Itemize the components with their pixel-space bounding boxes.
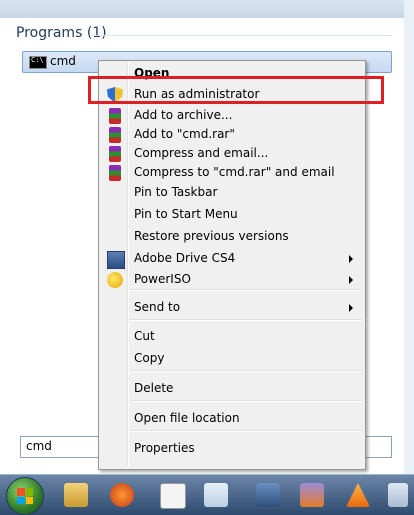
winrar-icon bbox=[109, 165, 121, 181]
adobe-drive-icon bbox=[107, 251, 125, 269]
menu-item-label: Compress and email... bbox=[134, 146, 269, 160]
menu-item-send-to[interactable]: Send to bbox=[101, 297, 363, 319]
menu-item-properties[interactable]: Properties bbox=[101, 438, 363, 460]
winrar-icon bbox=[109, 146, 121, 162]
start-menu-top-frame bbox=[0, 0, 412, 18]
menu-item-compress-to-cmd-rar-and-email[interactable]: Compress to "cmd.rar" and email bbox=[101, 162, 363, 184]
red-highlight-annotation bbox=[88, 76, 384, 104]
poweriso-icon bbox=[107, 272, 123, 288]
programs-section-header: Programs (1) bbox=[16, 25, 107, 41]
misc-icon[interactable] bbox=[388, 483, 408, 507]
menu-item-delete[interactable]: Delete bbox=[101, 378, 363, 400]
menu-item-label: Pin to Taskbar bbox=[134, 185, 218, 199]
menu-item-copy[interactable]: Copy bbox=[101, 348, 363, 370]
menu-item-label: Restore previous versions bbox=[134, 229, 289, 243]
command-prompt-icon bbox=[29, 56, 47, 69]
menu-item-cut[interactable]: Cut bbox=[101, 326, 363, 348]
submenu-arrow-icon bbox=[349, 255, 353, 263]
menu-separator bbox=[129, 289, 361, 291]
menu-item-label: PowerISO bbox=[134, 272, 191, 286]
submenu-arrow-icon bbox=[349, 304, 353, 312]
winrar-icon bbox=[109, 108, 121, 124]
menu-item-adobe-drive-cs4[interactable]: Adobe Drive CS4 bbox=[101, 248, 363, 270]
submenu-arrow-icon bbox=[349, 276, 353, 284]
context-menu: Open Run as administrator Add to archive… bbox=[98, 60, 366, 470]
menu-item-label: Compress to "cmd.rar" and email bbox=[134, 165, 335, 179]
menu-item-label: Add to archive... bbox=[134, 108, 233, 122]
menu-separator bbox=[129, 370, 361, 372]
menu-item-poweriso[interactable]: PowerISO bbox=[101, 269, 363, 291]
taskbar bbox=[0, 474, 414, 515]
network-icon[interactable] bbox=[256, 483, 280, 507]
menu-item-label: Cut bbox=[134, 329, 155, 343]
menu-item-pin-to-taskbar[interactable]: Pin to Taskbar bbox=[101, 182, 363, 204]
paint-icon[interactable] bbox=[160, 483, 186, 509]
search-result-label: cmd bbox=[50, 54, 76, 68]
menu-separator bbox=[129, 319, 361, 321]
explorer-icon[interactable] bbox=[64, 483, 88, 507]
virtualbox-icon[interactable] bbox=[300, 483, 324, 507]
winrar-icon bbox=[109, 127, 121, 143]
menu-separator bbox=[129, 400, 361, 402]
start-orb-icon[interactable] bbox=[6, 477, 44, 515]
search-input-value: cmd bbox=[26, 439, 52, 453]
windows-flag-icon bbox=[17, 488, 33, 504]
notepad-icon[interactable] bbox=[204, 483, 228, 507]
menu-item-restore-previous-versions[interactable]: Restore previous versions bbox=[101, 226, 363, 248]
menu-item-label: Pin to Start Menu bbox=[134, 207, 238, 221]
desktop-edge bbox=[404, 0, 414, 474]
menu-item-label: Adobe Drive CS4 bbox=[134, 251, 236, 265]
vlc-icon[interactable] bbox=[346, 483, 370, 507]
menu-separator bbox=[129, 430, 361, 432]
menu-item-label: Properties bbox=[134, 441, 195, 455]
menu-item-label: Copy bbox=[134, 351, 165, 365]
menu-item-label: Send to bbox=[134, 300, 181, 314]
menu-item-open-file-location[interactable]: Open file location bbox=[101, 408, 363, 430]
section-divider bbox=[92, 35, 392, 36]
menu-item-pin-to-start-menu[interactable]: Pin to Start Menu bbox=[101, 204, 363, 226]
menu-item-label: Add to "cmd.rar" bbox=[134, 127, 235, 141]
firefox-icon[interactable] bbox=[110, 483, 134, 507]
menu-item-label: Delete bbox=[134, 381, 174, 395]
menu-item-label: Open file location bbox=[134, 411, 240, 425]
